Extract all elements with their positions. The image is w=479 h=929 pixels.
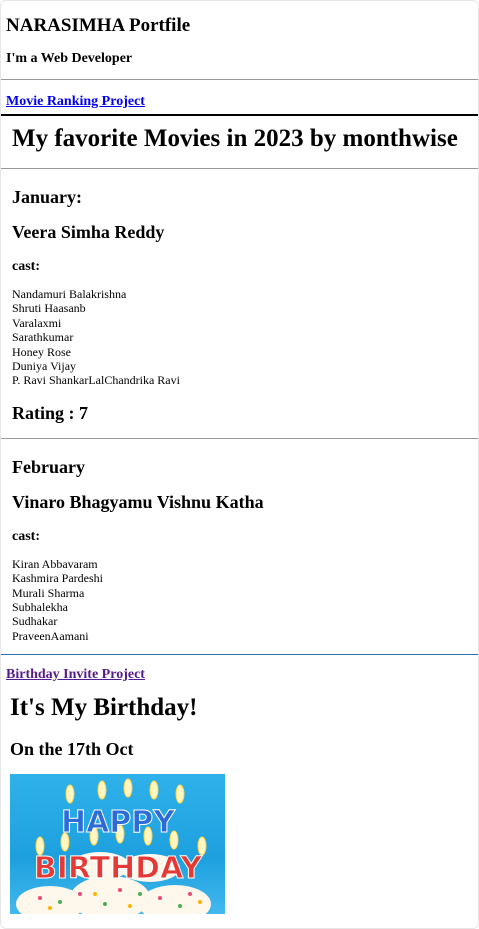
divider: [1, 437, 478, 439]
cast-member: Duniya Vijay: [12, 358, 77, 373]
cast-member: P. Ravi ShankarLalChandrika Ravi: [12, 373, 180, 388]
movie-ranking-iframe[interactable]: My favorite Movies in 2023 by monthwise …: [1, 114, 478, 655]
cast-member: Honey Rose: [12, 344, 71, 359]
cast-list: Nandamuri Balakrishna Shruti Haasanb Var…: [12, 287, 478, 388]
movie-rating: Rating : 7: [12, 402, 88, 423]
cast-member: Murali Sharma: [12, 585, 85, 600]
cast-member: Subhalekha: [12, 599, 68, 614]
cast-label: cast:: [12, 259, 40, 274]
birthday-invite-project-link[interactable]: Birthday Invite Project: [6, 666, 145, 683]
movie-entry-january: January: Veera Simha Reddy cast: Nandamu…: [12, 186, 478, 424]
tagline: I'm a Web Developer: [6, 51, 133, 66]
birthday-text: BIRTHDAY: [34, 851, 204, 886]
cast-member: Sudhakar: [12, 614, 58, 629]
movies-heading: My favorite Movies in 2023 by monthwise: [12, 125, 458, 152]
month-heading: February: [12, 456, 85, 477]
divider: [1, 79, 478, 80]
movie-ranking-project-link[interactable]: Movie Ranking Project: [6, 93, 145, 110]
cast-member: Kashmira Pardeshi: [12, 571, 103, 586]
cast-member: Varalaxmi: [12, 315, 62, 330]
month-heading: January:: [12, 187, 83, 207]
cast-member: Sarathkumar: [12, 330, 74, 345]
page-frame: NARASIMHA Portfile I'm a Web Developer M…: [0, 0, 479, 929]
movie-entry-february: February Vinaro Bhagyamu Vishnu Katha ca…: [12, 456, 478, 643]
happy-birthday-candles: HAPPY BIRTHDAY: [33, 805, 204, 887]
site-title: NARASIMHA Portfile: [6, 15, 191, 36]
movie-page: My favorite Movies in 2023 by monthwise …: [1, 124, 478, 643]
cast-member: PraveenAamani: [12, 628, 89, 643]
cast-list: Kiran Abbavaram Kashmira Pardeshi Murali…: [12, 556, 478, 643]
cast-label: cast:: [12, 528, 40, 544]
page-content: NARASIMHA Portfile I'm a Web Developer M…: [1, 15, 478, 914]
movie-title: Vinaro Bhagyamu Vishnu Katha: [12, 491, 264, 512]
movie-title: Veera Simha Reddy: [12, 222, 165, 242]
divider: [1, 168, 478, 169]
birthday-section: It's My Birthday! On the 17th Oct HAPPY …: [6, 693, 478, 914]
cast-member: Shruti Haasanb: [12, 301, 86, 316]
cast-member: Nandamuri Balakrishna: [12, 287, 127, 301]
birthday-title: It's My Birthday!: [10, 694, 198, 721]
cast-member: Kiran Abbavaram: [12, 556, 98, 571]
birthday-cake-image: HAPPY BIRTHDAY: [10, 774, 225, 914]
birthday-date: On the 17th Oct: [10, 739, 134, 759]
happy-text: HAPPY: [61, 805, 176, 840]
